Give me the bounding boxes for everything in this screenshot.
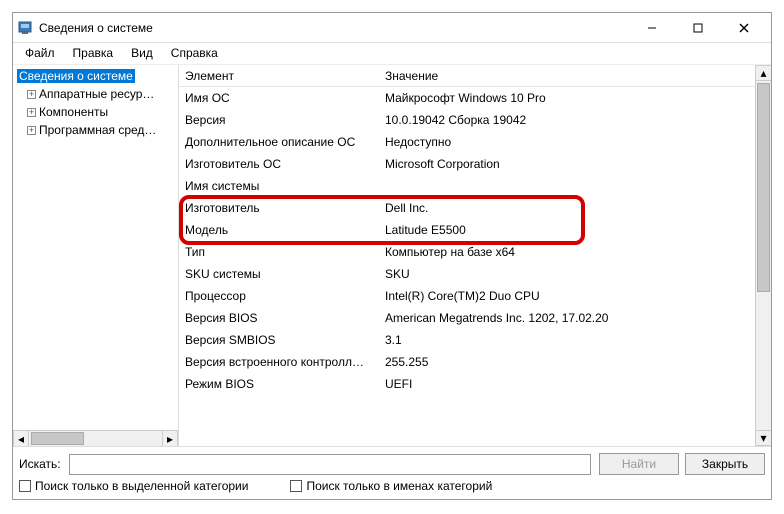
menu-view[interactable]: Вид <box>125 45 159 62</box>
table-row[interactable]: Версия10.0.19042 Сборка 19042 <box>179 109 755 131</box>
row-key: Имя ОС <box>185 91 385 105</box>
row-key: Версия встроенного контролл… <box>185 355 385 369</box>
search-area: Искать: Найти Закрыть Поиск только в выд… <box>13 447 771 499</box>
row-key: SKU системы <box>185 267 385 281</box>
detail-pane: Элемент Значение Имя ОСМайкрософт Window… <box>179 65 755 446</box>
table-row[interactable]: Версия BIOSAmerican Megatrends Inc. 1202… <box>179 307 755 329</box>
tree-root-label: Сведения о системе <box>17 69 135 83</box>
header-element: Элемент <box>185 69 385 83</box>
close-search-button[interactable]: Закрыть <box>685 453 765 475</box>
scroll-thumb[interactable] <box>31 432 84 445</box>
app-icon <box>17 20 33 36</box>
close-button[interactable] <box>721 16 767 40</box>
row-value: Dell Inc. <box>385 201 755 215</box>
tree-pane: Сведения о системе + Аппаратные ресур… +… <box>13 65 179 446</box>
row-key: Дополнительное описание ОС <box>185 135 385 149</box>
expand-icon[interactable]: + <box>27 126 36 135</box>
table-row[interactable]: SKU системыSKU <box>179 263 755 285</box>
scroll-up-icon[interactable]: ▴ <box>756 65 771 81</box>
menu-help[interactable]: Справка <box>165 45 224 62</box>
search-input[interactable] <box>69 454 591 475</box>
search-label: Искать: <box>19 457 63 471</box>
tree-hardware[interactable]: + Аппаратные ресур… <box>13 85 178 103</box>
row-key: Версия BIOS <box>185 311 385 325</box>
table-row[interactable]: Изготовитель ОСMicrosoft Corporation <box>179 153 755 175</box>
table-row[interactable]: Версия встроенного контролл…255.255 <box>179 351 755 373</box>
maximize-button[interactable] <box>675 16 721 40</box>
tree-components-label: Компоненты <box>39 105 108 119</box>
table-row[interactable]: Дополнительное описание ОСНедоступно <box>179 131 755 153</box>
row-value: Intel(R) Core(TM)2 Duo CPU <box>385 289 755 303</box>
menu-file[interactable]: Файл <box>19 45 61 62</box>
row-value: Microsoft Corporation <box>385 157 755 171</box>
row-value: Майкрософт Windows 10 Pro <box>385 91 755 105</box>
tree-root[interactable]: Сведения о системе <box>13 67 178 85</box>
row-value: 10.0.19042 Сборка 19042 <box>385 113 755 127</box>
system-info-window: Сведения о системе Файл Правка Вид Справ… <box>12 12 772 500</box>
row-key: Процессор <box>185 289 385 303</box>
scroll-left-icon[interactable]: ◂ <box>13 431 29 446</box>
tree-horizontal-scrollbar[interactable]: ◂ ▸ <box>13 430 178 446</box>
row-key: Модель <box>185 223 385 237</box>
workspace: Сведения о системе + Аппаратные ресур… +… <box>13 65 771 447</box>
table-row[interactable]: Версия SMBIOS3.1 <box>179 329 755 351</box>
row-key: Версия <box>185 113 385 127</box>
scroll-track[interactable] <box>29 431 162 446</box>
find-button[interactable]: Найти <box>599 453 679 475</box>
detail-vertical-scrollbar[interactable]: ▴ ▾ <box>755 65 771 446</box>
scroll-right-icon[interactable]: ▸ <box>162 431 178 446</box>
checkbox-box-icon <box>290 480 302 492</box>
table-row[interactable]: ТипКомпьютер на базе x64 <box>179 241 755 263</box>
table-row[interactable]: Имя ОСМайкрософт Windows 10 Pro <box>179 87 755 109</box>
checkbox-box-icon <box>19 480 31 492</box>
table-row[interactable]: ИзготовительDell Inc. <box>179 197 755 219</box>
detail-header[interactable]: Элемент Значение <box>179 65 755 87</box>
expand-icon[interactable]: + <box>27 90 36 99</box>
checkbox-selected-category[interactable]: Поиск только в выделенной категории <box>19 479 248 493</box>
row-value: Компьютер на базе x64 <box>385 245 755 259</box>
tree-software[interactable]: + Программная сред… <box>13 121 178 139</box>
tree-hardware-label: Аппаратные ресур… <box>39 87 154 101</box>
tree-software-label: Программная сред… <box>39 123 156 137</box>
row-key: Изготовитель ОС <box>185 157 385 171</box>
row-value: Latitude E5500 <box>385 223 755 237</box>
scroll-down-icon[interactable]: ▾ <box>756 430 771 446</box>
table-row[interactable]: ПроцессорIntel(R) Core(TM)2 Duo CPU <box>179 285 755 307</box>
row-value: 255.255 <box>385 355 755 369</box>
row-key: Изготовитель <box>185 201 385 215</box>
menu-edit[interactable]: Правка <box>67 45 120 62</box>
detail-body: Имя ОСМайкрософт Windows 10 ProВерсия10.… <box>179 87 755 446</box>
row-key: Имя системы <box>185 179 385 193</box>
checkbox-names-label: Поиск только в именах категорий <box>306 479 492 493</box>
checkbox-selected-label: Поиск только в выделенной категории <box>35 479 248 493</box>
scroll-track[interactable] <box>756 81 771 430</box>
row-value: Недоступно <box>385 135 755 149</box>
row-key: Режим BIOS <box>185 377 385 391</box>
scroll-thumb[interactable] <box>757 83 770 292</box>
minimize-button[interactable] <box>629 16 675 40</box>
row-value: UEFI <box>385 377 755 391</box>
tree-components[interactable]: + Компоненты <box>13 103 178 121</box>
table-row[interactable]: МодельLatitude E5500 <box>179 219 755 241</box>
table-row[interactable]: Режим BIOSUEFI <box>179 373 755 395</box>
table-row[interactable]: Имя системы <box>179 175 755 197</box>
row-key: Тип <box>185 245 385 259</box>
window-title: Сведения о системе <box>39 21 153 35</box>
checkbox-names-only[interactable]: Поиск только в именах категорий <box>290 479 492 493</box>
row-value: SKU <box>385 267 755 281</box>
row-value: American Megatrends Inc. 1202, 17.02.20 <box>385 311 755 325</box>
menubar: Файл Правка Вид Справка <box>13 43 771 65</box>
titlebar: Сведения о системе <box>13 13 771 43</box>
row-value: 3.1 <box>385 333 755 347</box>
expand-icon[interactable]: + <box>27 108 36 117</box>
header-value: Значение <box>385 69 755 83</box>
row-key: Версия SMBIOS <box>185 333 385 347</box>
